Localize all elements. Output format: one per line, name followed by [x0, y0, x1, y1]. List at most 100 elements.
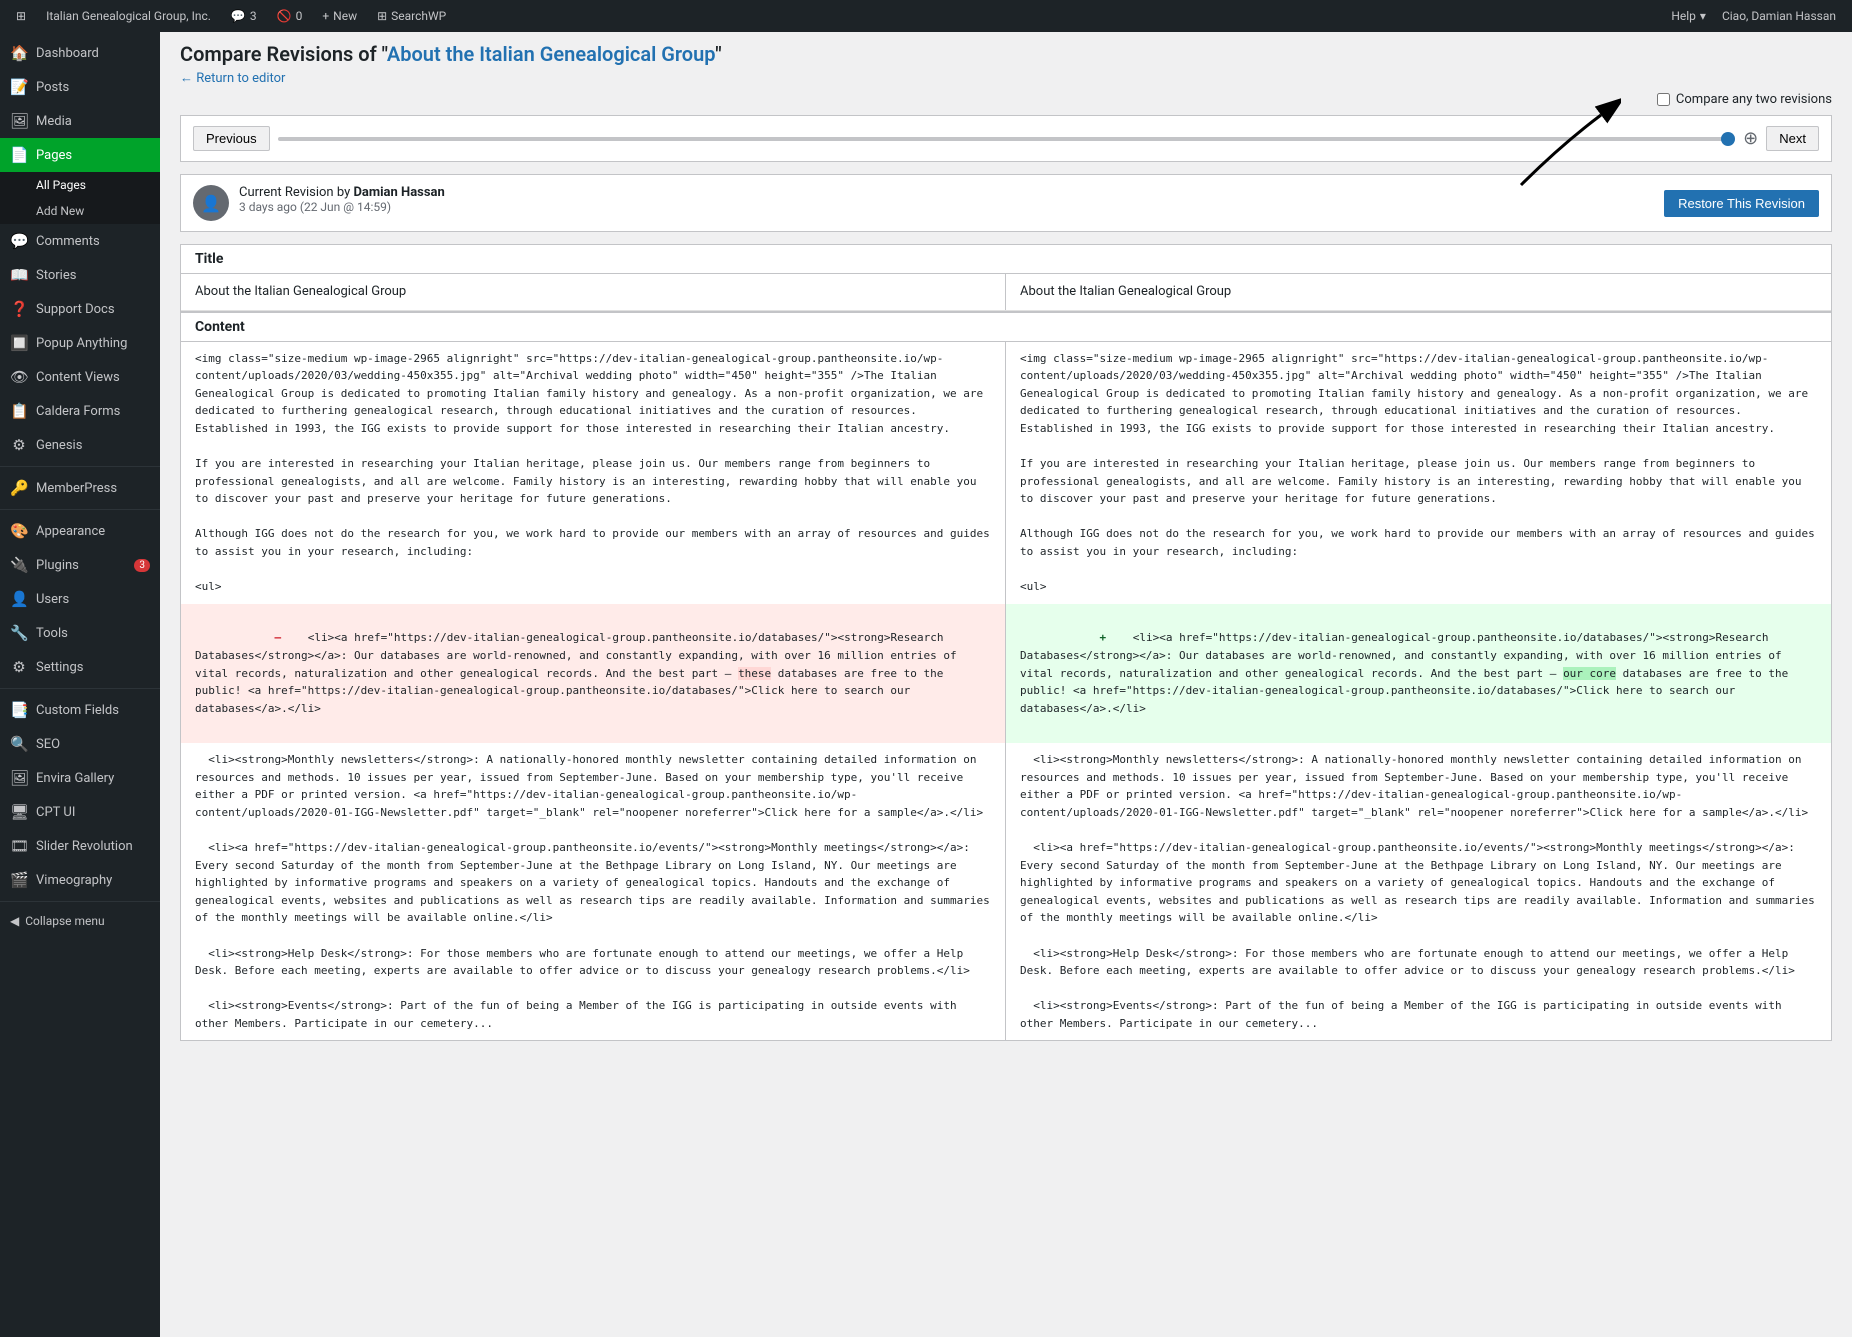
sidebar-item-media[interactable]: 🖼 Media	[0, 104, 160, 138]
adminbar-spam[interactable]: 🚫 0	[269, 0, 311, 32]
sidebar-item-label-settings: Settings	[36, 660, 83, 675]
sidebar-item-label-stories: Stories	[36, 268, 76, 283]
admin-bar: ⊞ Italian Genealogical Group, Inc. 💬 3 🚫…	[0, 0, 1852, 32]
menu-separator-2	[0, 509, 160, 510]
adminbar-comments-count: 3	[250, 9, 257, 23]
sidebar-item-cpt-ui[interactable]: 🖥 CPT UI	[0, 795, 160, 829]
diff-after-list-right: <li><strong>Monthly newsletters</strong>…	[1006, 743, 1831, 1041]
custom-fields-icon: 📑	[10, 701, 28, 719]
sidebar-item-appearance[interactable]: 🎨 Appearance	[0, 514, 160, 548]
compare-any-text: Compare any two revisions	[1676, 92, 1832, 107]
seo-icon: 🔍	[10, 735, 28, 753]
sidebar-item-label-memberpress: MemberPress	[36, 481, 117, 496]
sidebar-item-settings[interactable]: ⚙ Settings	[0, 650, 160, 684]
sidebar-item-pages[interactable]: 📄 Pages	[0, 138, 160, 172]
sidebar-item-custom-fields[interactable]: 📑 Custom Fields	[0, 693, 160, 727]
sidebar-item-label-popup: Popup Anything	[36, 336, 127, 351]
main-content: Compare Revisions of "About the Italian …	[160, 32, 1852, 1337]
admin-sidebar: 🏠 Dashboard 📝 Posts 🖼 Media 📄 Pages All …	[0, 32, 160, 1337]
sidebar-item-label-appearance: Appearance	[36, 524, 105, 539]
expand-icon[interactable]: ⊕	[1743, 128, 1758, 149]
collapse-icon: ◀	[10, 914, 19, 928]
diff-table: Title About the Italian Genealogical Gro…	[180, 244, 1832, 1041]
content-wrap: Compare Revisions of "About the Italian …	[180, 32, 1832, 1041]
revision-date: 3 days ago (22 Jun @ 14:59)	[239, 200, 1654, 214]
appearance-icon: 🎨	[10, 522, 28, 540]
sidebar-item-memberpress[interactable]: 🔑 MemberPress	[0, 471, 160, 505]
adminbar-site-name[interactable]: Italian Genealogical Group, Inc.	[38, 0, 219, 32]
sidebar-item-posts[interactable]: 📝 Posts	[0, 70, 160, 104]
sidebar-item-users[interactable]: 👤 Users	[0, 582, 160, 616]
diff-content-right-intro: <img class="size-medium wp-image-2965 al…	[1006, 342, 1831, 604]
collapse-label: Collapse menu	[25, 914, 104, 928]
sidebar-item-plugins[interactable]: 🔌 Plugins 3	[0, 548, 160, 582]
sidebar-item-tools[interactable]: 🔧 Tools	[0, 616, 160, 650]
sidebar-item-label-content-views: Content Views	[36, 370, 120, 385]
compare-any-label[interactable]: Compare any two revisions	[1657, 92, 1832, 107]
adminbar-help[interactable]: Help ▾	[1663, 0, 1714, 32]
diff-title-label: Title	[181, 245, 1831, 274]
plus-sign: +	[1099, 629, 1119, 647]
adminbar-comments[interactable]: 💬 3	[223, 0, 265, 32]
return-to-editor-link[interactable]: ← Return to editor	[180, 70, 285, 86]
compare-any-checkbox[interactable]	[1657, 93, 1670, 106]
collapse-menu-button[interactable]: ◀ Collapse menu	[0, 906, 160, 936]
adminbar-wp-logo[interactable]: ⊞	[8, 0, 34, 32]
diff-title-left: About the Italian Genealogical Group	[181, 274, 1006, 310]
sidebar-item-slider-revolution[interactable]: 🎞 Slider Revolution	[0, 829, 160, 863]
revision-author-label: Current Revision by	[239, 185, 350, 200]
avatar-icon: 👤	[201, 194, 221, 213]
slider-icon: 🎞	[10, 837, 28, 855]
sidebar-item-support-docs[interactable]: ❓ Support Docs	[0, 292, 160, 326]
sidebar-subitem-all-pages[interactable]: All Pages	[0, 172, 160, 198]
wp-icon: ⊞	[16, 9, 26, 23]
sidebar-item-popup-anything[interactable]: 🔲 Popup Anything	[0, 326, 160, 360]
sidebar-item-vimeography[interactable]: 🎬 Vimeography	[0, 863, 160, 897]
sidebar-item-stories[interactable]: 📖 Stories	[0, 258, 160, 292]
envira-icon: 🖼	[10, 769, 28, 787]
diff-title-row: About the Italian Genealogical Group Abo…	[181, 274, 1831, 311]
spam-icon: 🚫	[277, 9, 292, 23]
sidebar-item-dashboard[interactable]: 🏠 Dashboard	[0, 36, 160, 70]
plus-icon: +	[322, 9, 329, 23]
removed-text-highlight: these	[738, 667, 771, 680]
sidebar-item-label-custom-fields: Custom Fields	[36, 703, 119, 718]
sidebar-item-label-tools: Tools	[36, 626, 68, 641]
page-link[interactable]: About the Italian Genealogical Group	[387, 42, 715, 66]
adminbar-new[interactable]: + New	[314, 0, 365, 32]
minus-sign: –	[274, 629, 294, 647]
adminbar-user[interactable]: Ciao, Damian Hassan	[1714, 0, 1844, 32]
sidebar-item-label-dashboard: Dashboard	[36, 46, 99, 61]
sidebar-item-envira[interactable]: 🖼 Envira Gallery	[0, 761, 160, 795]
adminbar-searchwp-label: SearchWP	[391, 9, 446, 23]
diff-added-cell: + <li><a href="https://dev-italian-genea…	[1006, 604, 1831, 743]
content-views-icon: 👁	[10, 368, 28, 386]
stories-icon: 📖	[10, 266, 28, 284]
sidebar-item-caldera-forms[interactable]: 📋 Caldera Forms	[0, 394, 160, 428]
tools-icon: 🔧	[10, 624, 28, 642]
comments-icon: 💬	[10, 232, 28, 250]
menu-separator	[0, 466, 160, 467]
adminbar-new-label: New	[333, 9, 357, 23]
sidebar-item-label-plugins: Plugins	[36, 558, 79, 573]
sidebar-subitem-add-new[interactable]: Add New	[0, 198, 160, 224]
vimeography-icon: 🎬	[10, 871, 28, 889]
revision-details: Current Revision by Damian Hassan 3 days…	[239, 185, 1654, 214]
sidebar-item-label-caldera: Caldera Forms	[36, 404, 120, 419]
genesis-icon: ⚙	[10, 436, 28, 454]
revision-slider[interactable]	[278, 137, 1736, 141]
sidebar-item-comments[interactable]: 💬 Comments	[0, 224, 160, 258]
adminbar-searchwp[interactable]: ⊞ SearchWP	[369, 0, 454, 32]
sidebar-item-seo[interactable]: 🔍 SEO	[0, 727, 160, 761]
diff-removed-cell: – <li><a href="https://dev-italian-genea…	[181, 604, 1006, 743]
sidebar-item-genesis[interactable]: ⚙ Genesis	[0, 428, 160, 462]
restore-this-revision-button[interactable]: Restore This Revision	[1664, 190, 1819, 217]
users-icon: 👤	[10, 590, 28, 608]
sidebar-item-content-views[interactable]: 👁 Content Views	[0, 360, 160, 394]
next-button[interactable]: Next	[1766, 126, 1819, 151]
slider-thumb[interactable]	[1721, 132, 1735, 146]
revision-avatar: 👤	[193, 185, 229, 221]
sidebar-item-label-genesis: Genesis	[36, 438, 82, 453]
revision-author: Damian Hassan	[353, 185, 444, 200]
previous-button[interactable]: Previous	[193, 126, 270, 151]
